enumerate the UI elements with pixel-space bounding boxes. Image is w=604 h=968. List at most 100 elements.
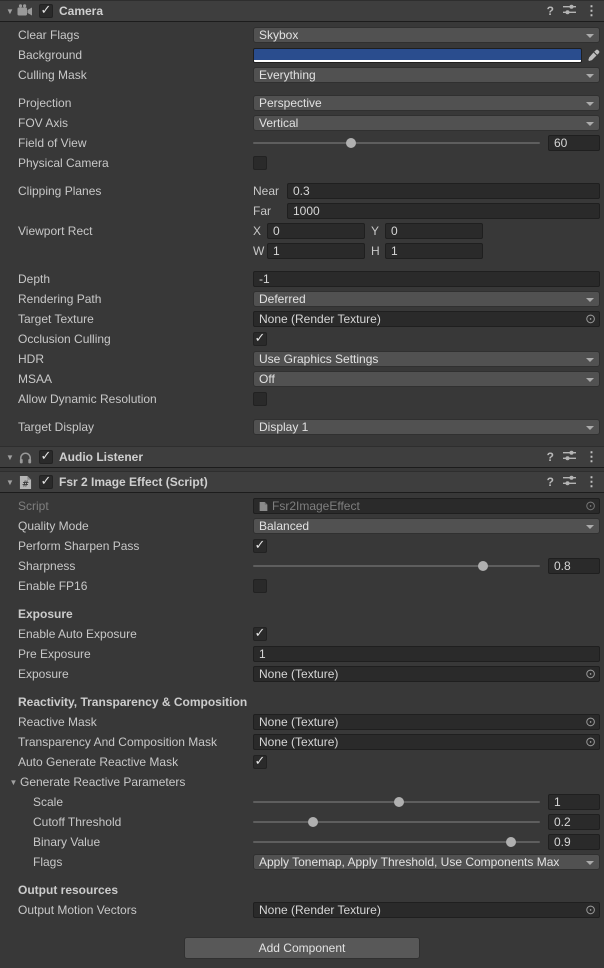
check-icon: ✓	[255, 756, 266, 766]
scale-value[interactable]: 1	[548, 794, 600, 810]
script-object-field[interactable]: Fsr2ImageEffect ⊙	[253, 498, 600, 514]
dropdown-value: Balanced	[259, 519, 309, 533]
field-label: Physical Camera	[0, 156, 253, 170]
viewport-h-field[interactable]: 1	[385, 243, 483, 259]
hdr-dropdown[interactable]: Use Graphics Settings	[253, 351, 600, 367]
target-texture-object-field[interactable]: None (Render Texture) ⊙	[253, 311, 600, 327]
field-label: Transparency And Composition Mask	[0, 735, 253, 749]
eyedropper-icon[interactable]	[587, 49, 600, 62]
object-picker-icon[interactable]: ⊙	[585, 500, 596, 512]
object-picker-icon[interactable]: ⊙	[585, 904, 596, 916]
object-picker-icon[interactable]: ⊙	[585, 313, 596, 325]
fsr2-header: ▼ # ✓ Fsr 2 Image Effect (Script) ? ⋮	[0, 471, 604, 493]
slider-track[interactable]	[253, 821, 540, 823]
foldout-arrow-icon[interactable]: ▼	[4, 453, 16, 462]
object-picker-icon[interactable]: ⊙	[585, 668, 596, 680]
slider-thumb[interactable]	[394, 797, 404, 807]
field-of-view-slider[interactable]	[253, 135, 540, 151]
chevron-down-icon	[586, 298, 594, 302]
audio-listener-enabled-checkbox[interactable]: ✓	[39, 450, 53, 464]
rendering-path-dropdown[interactable]: Deferred	[253, 291, 600, 307]
slider-track[interactable]	[253, 565, 540, 567]
enable-auto-exposure-checkbox[interactable]: ✓	[253, 627, 267, 641]
help-icon[interactable]: ?	[547, 4, 554, 18]
slider-track[interactable]	[253, 841, 540, 843]
slider-thumb[interactable]	[308, 817, 318, 827]
camera-enabled-checkbox[interactable]: ✓	[39, 4, 53, 18]
add-component-button[interactable]: Add Component	[184, 937, 420, 959]
sharpness-slider[interactable]	[253, 558, 540, 574]
property-row-clipping-planes-far: Far 1000	[0, 202, 604, 220]
occlusion-culling-checkbox[interactable]: ✓	[253, 332, 267, 346]
perform-sharpen-pass-checkbox[interactable]: ✓	[253, 539, 267, 553]
sharpness-value[interactable]: 0.8	[548, 558, 600, 574]
quality-mode-dropdown[interactable]: Balanced	[253, 518, 600, 534]
culling-mask-dropdown[interactable]: Everything	[253, 67, 600, 83]
viewport-x-field[interactable]: 0	[267, 223, 365, 239]
object-field-value: None (Texture)	[259, 715, 585, 729]
presets-icon[interactable]	[563, 3, 576, 19]
chevron-down-icon	[586, 358, 594, 362]
exposure-object-field[interactable]: None (Texture) ⊙	[253, 666, 600, 682]
property-row-fov-axis: FOV Axis Vertical	[0, 114, 604, 132]
physical-camera-checkbox[interactable]	[253, 156, 267, 170]
audio-listener-component: ▼ ✓ Audio Listener ? ⋮	[0, 446, 604, 468]
pre-exposure-field[interactable]: 1	[253, 646, 600, 662]
kebab-menu-icon[interactable]: ⋮	[585, 3, 598, 19]
dropdown-value: Deferred	[259, 292, 306, 306]
help-icon[interactable]: ?	[547, 475, 554, 489]
dropdown-value: Perspective	[259, 96, 322, 110]
kebab-menu-icon[interactable]: ⋮	[585, 449, 598, 465]
scale-slider[interactable]	[253, 794, 540, 810]
field-label: Allow Dynamic Resolution	[0, 392, 253, 406]
property-row-clipping-planes-near: Clipping Planes Near 0.3	[0, 182, 604, 200]
flags-dropdown[interactable]: Apply Tonemap, Apply Threshold, Use Comp…	[253, 854, 600, 870]
projection-dropdown[interactable]: Perspective	[253, 95, 600, 111]
object-picker-icon[interactable]: ⊙	[585, 716, 596, 728]
presets-icon[interactable]	[563, 474, 576, 490]
output-motion-vectors-object-field[interactable]: None (Render Texture) ⊙	[253, 902, 600, 918]
enable-fp16-checkbox[interactable]	[253, 579, 267, 593]
depth-field[interactable]: -1	[253, 271, 600, 287]
clear-flags-dropdown[interactable]: Skybox	[253, 27, 600, 43]
viewport-y-field[interactable]: 0	[385, 223, 483, 239]
cutoff-threshold-value[interactable]: 0.2	[548, 814, 600, 830]
slider-track[interactable]	[253, 142, 540, 144]
help-icon[interactable]: ?	[547, 450, 554, 464]
property-row-flags: Flags Apply Tonemap, Apply Threshold, Us…	[0, 853, 604, 871]
camera-icon	[16, 4, 34, 18]
transparency-mask-object-field[interactable]: None (Texture) ⊙	[253, 734, 600, 750]
slider-thumb[interactable]	[478, 561, 488, 571]
allow-dynamic-resolution-checkbox[interactable]	[253, 392, 267, 406]
clipping-near-field[interactable]: 0.3	[287, 183, 600, 199]
foldout-arrow-icon[interactable]: ▼	[7, 778, 20, 787]
msaa-dropdown[interactable]: Off	[253, 371, 600, 387]
foldout-arrow-icon[interactable]: ▼	[4, 7, 16, 16]
object-picker-icon[interactable]: ⊙	[585, 736, 596, 748]
cutoff-threshold-slider[interactable]	[253, 814, 540, 830]
binary-value-slider[interactable]	[253, 834, 540, 850]
property-row-field-of-view: Field of View 60	[0, 134, 604, 152]
foldout-arrow-icon[interactable]: ▼	[4, 478, 16, 487]
dropdown-value: Skybox	[259, 28, 298, 42]
object-field-value: Fsr2ImageEffect	[272, 499, 585, 513]
kebab-menu-icon[interactable]: ⋮	[585, 474, 598, 490]
field-of-view-value[interactable]: 60	[548, 135, 600, 151]
field-label: HDR	[0, 352, 253, 366]
presets-icon[interactable]	[563, 449, 576, 465]
generate-reactive-parameters-foldout[interactable]: ▼ Generate Reactive Parameters	[0, 775, 253, 789]
slider-thumb[interactable]	[346, 138, 356, 148]
viewport-w-field[interactable]: 1	[267, 243, 365, 259]
clipping-far-field[interactable]: 1000	[287, 203, 600, 219]
field-label: Binary Value	[0, 835, 253, 849]
target-display-dropdown[interactable]: Display 1	[253, 419, 600, 435]
reactive-mask-object-field[interactable]: None (Texture) ⊙	[253, 714, 600, 730]
fsr2-enabled-checkbox[interactable]: ✓	[39, 475, 53, 489]
binary-value-value[interactable]: 0.9	[548, 834, 600, 850]
property-row-binary-value: Binary Value 0.9	[0, 833, 604, 851]
slider-thumb[interactable]	[506, 837, 516, 847]
fov-axis-dropdown[interactable]: Vertical	[253, 115, 600, 131]
auto-generate-reactive-mask-checkbox[interactable]: ✓	[253, 755, 267, 769]
background-color-swatch[interactable]	[253, 48, 582, 63]
section-header-reactivity: Reactivity, Transparency & Composition	[0, 693, 604, 711]
